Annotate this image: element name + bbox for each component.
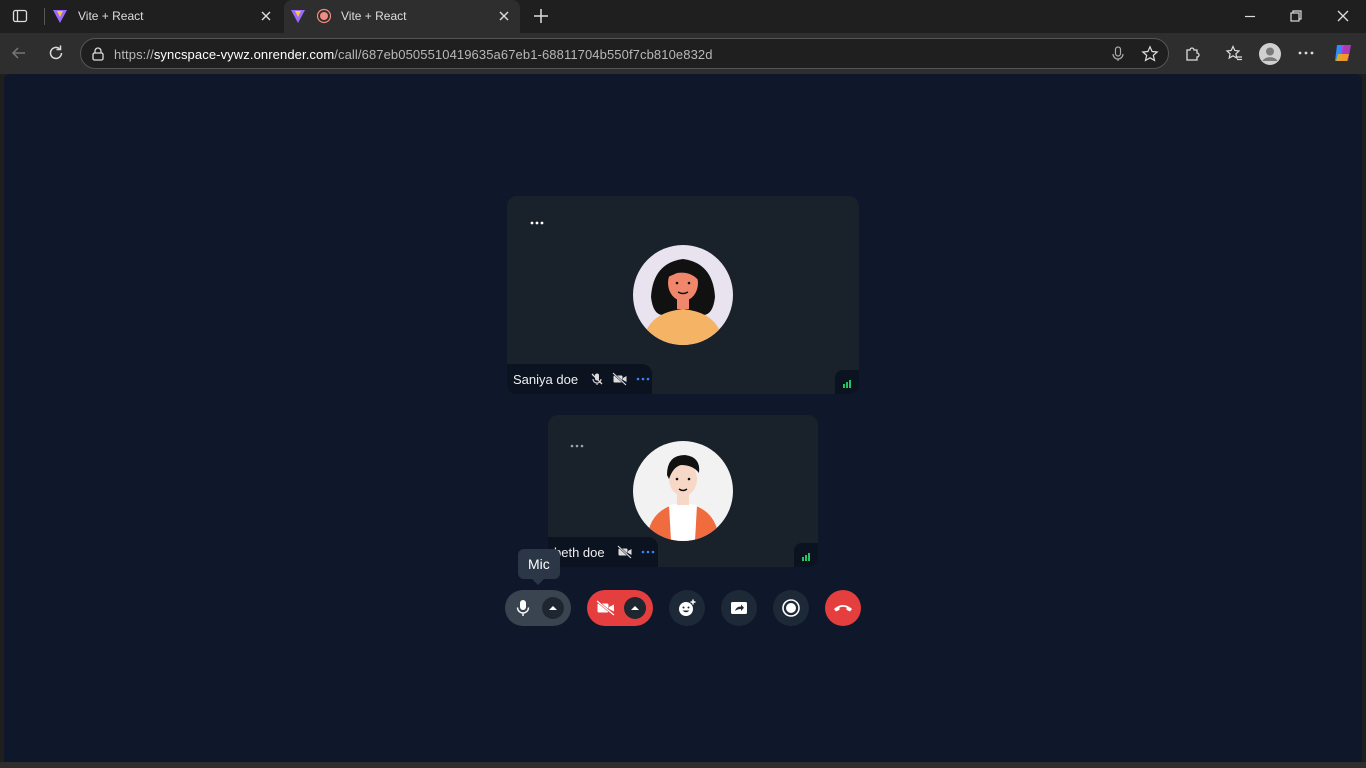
tab-title: Vite + React xyxy=(341,9,407,23)
emoji-add-icon xyxy=(679,599,696,616)
back-icon[interactable] xyxy=(10,44,28,62)
tab-title: Vite + React xyxy=(78,9,144,23)
browser-tab-strip: Vite + React Vite + React xyxy=(0,0,1366,33)
site-info-lock-icon[interactable] xyxy=(90,46,106,62)
new-tab-icon[interactable] xyxy=(532,7,550,25)
participant-options-icon[interactable] xyxy=(636,376,650,382)
extensions-icon[interactable] xyxy=(1184,44,1202,62)
tile-menu-dots-icon[interactable] xyxy=(569,437,585,453)
tab-actions-icon[interactable] xyxy=(12,8,28,24)
vite-logo-icon xyxy=(291,10,305,23)
profile-avatar-icon[interactable] xyxy=(1258,42,1282,66)
close-tab-icon[interactable] xyxy=(496,8,512,24)
mic-control-group xyxy=(505,590,571,626)
screen-share-button[interactable] xyxy=(721,590,757,626)
participant-avatar xyxy=(633,441,733,541)
window-bottom-edge xyxy=(0,762,1366,768)
participant-label: Saniya doe xyxy=(507,364,652,394)
tab-divider xyxy=(44,8,45,25)
participant-tile-saniya: Saniya doe xyxy=(507,196,859,394)
camera-off-button[interactable] xyxy=(596,600,616,616)
mic-muted-icon xyxy=(591,373,603,385)
tab-vite-react-1[interactable]: Vite + React xyxy=(46,0,282,33)
favorite-star-icon[interactable] xyxy=(1141,45,1159,63)
participant-options-icon[interactable] xyxy=(641,549,655,555)
mic-tooltip: Mic xyxy=(518,549,560,585)
more-menu-icon[interactable] xyxy=(1297,44,1315,62)
close-window-icon[interactable] xyxy=(1335,8,1351,24)
camera-off-icon xyxy=(616,545,632,559)
vite-logo-icon xyxy=(53,10,67,23)
reactions-button[interactable] xyxy=(669,590,705,626)
hang-up-phone-icon xyxy=(834,605,852,612)
url-prefix: https:// xyxy=(114,47,154,62)
favorites-icon[interactable] xyxy=(1225,44,1243,62)
url-text: https://syncspace-vywz.onrender.com/call… xyxy=(114,47,713,62)
participant-avatar xyxy=(633,245,733,345)
mic-button[interactable] xyxy=(515,599,531,617)
record-icon xyxy=(782,599,800,617)
participant-label: beth doe xyxy=(548,537,658,567)
participant-name: Saniya doe xyxy=(513,371,579,387)
address-bar[interactable]: https://syncspace-vywz.onrender.com/call… xyxy=(80,38,1169,69)
tile-menu-dots-icon[interactable] xyxy=(529,214,545,230)
restore-icon[interactable] xyxy=(1288,8,1304,24)
minimize-icon[interactable] xyxy=(1242,8,1258,24)
participant-name: beth doe xyxy=(554,544,605,560)
chevron-up-icon xyxy=(549,606,557,610)
camera-control-group xyxy=(587,590,653,626)
leave-call-button[interactable] xyxy=(825,590,861,626)
copilot-icon[interactable] xyxy=(1332,42,1354,64)
record-button[interactable] xyxy=(773,590,809,626)
close-tab-icon[interactable] xyxy=(258,8,274,24)
url-path: /call/687eb0505510419635a67eb1-68811704b… xyxy=(334,47,713,62)
camera-off-icon xyxy=(612,372,627,386)
recording-icon xyxy=(316,8,332,24)
connection-signal-icon xyxy=(835,370,859,394)
camera-options-button[interactable] xyxy=(624,597,646,619)
voice-search-icon[interactable] xyxy=(1111,46,1125,62)
connection-signal-icon xyxy=(794,543,818,567)
participant-tile-beth: beth doe xyxy=(548,415,818,567)
screen-share-icon xyxy=(731,602,747,614)
mic-options-button[interactable] xyxy=(542,597,564,619)
chevron-up-icon xyxy=(631,606,639,610)
browser-toolbar: https://syncspace-vywz.onrender.com/call… xyxy=(0,33,1366,74)
tab-vite-react-2[interactable]: Vite + React xyxy=(284,0,520,33)
url-host: syncspace-vywz.onrender.com xyxy=(153,47,335,62)
refresh-icon[interactable] xyxy=(47,44,65,62)
